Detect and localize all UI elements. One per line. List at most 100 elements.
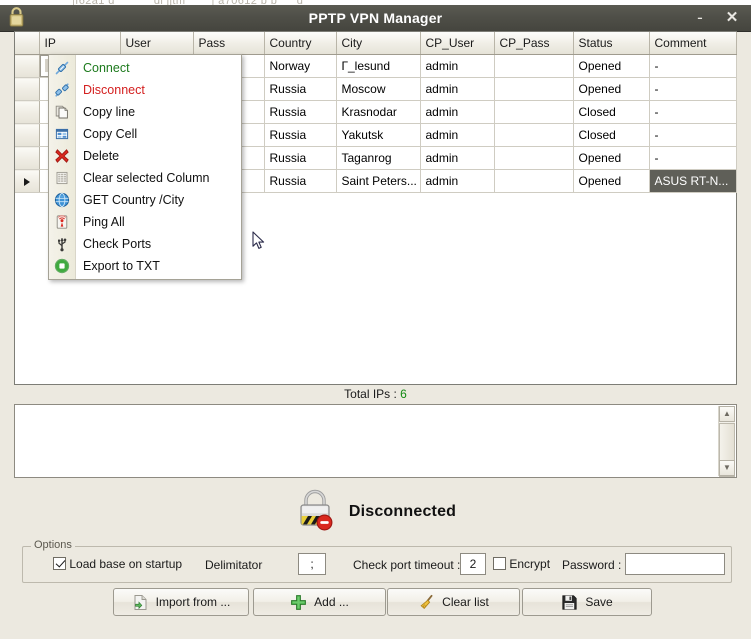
context-menu-label-delete: Delete bbox=[83, 149, 120, 163]
clear-list-button-label: Clear list bbox=[442, 595, 489, 609]
column-header-cp-user[interactable]: CP_User bbox=[420, 32, 495, 55]
cell-country[interactable]: Russia bbox=[264, 100, 337, 124]
cell-cp-pass[interactable] bbox=[494, 54, 574, 78]
scroll-down-icon[interactable]: ▼ bbox=[719, 460, 735, 476]
grid-context-menu[interactable]: Connect Disconnect Copy line Copy Cell D… bbox=[48, 54, 242, 280]
context-menu-item-copy-line[interactable]: Copy line bbox=[49, 101, 241, 123]
load-base-on-startup-label: Load base on startup bbox=[69, 557, 183, 571]
context-menu-item-disconnect[interactable]: Disconnect bbox=[49, 79, 241, 101]
window-title: PPTP VPN Manager bbox=[308, 10, 443, 26]
plus-green-icon bbox=[290, 594, 307, 611]
cell-cp-pass[interactable] bbox=[494, 123, 574, 147]
cell-cp-pass[interactable] bbox=[494, 77, 574, 101]
log-scrollbar[interactable]: ▲ ▼ bbox=[718, 406, 735, 477]
add-button-label: Add ... bbox=[314, 595, 349, 609]
row-selector[interactable] bbox=[15, 100, 40, 124]
context-menu-item-get-country-city[interactable]: GET Country /City bbox=[49, 189, 241, 211]
cell-country[interactable]: Norway bbox=[264, 54, 337, 78]
clear-list-button[interactable]: Clear list bbox=[387, 588, 520, 616]
options-legend: Options bbox=[31, 539, 75, 551]
encrypt-checkbox[interactable]: Encrypt bbox=[493, 557, 550, 571]
import-from-button[interactable]: Import from ... bbox=[113, 588, 249, 616]
cell-city[interactable]: Taganrog bbox=[336, 146, 421, 170]
cell-country[interactable]: Russia bbox=[264, 123, 337, 147]
cell-status[interactable]: Closed bbox=[573, 100, 650, 124]
copy-cell-icon bbox=[49, 123, 75, 145]
usb-port-icon bbox=[49, 233, 75, 255]
cell-city[interactable]: Saint Peters... bbox=[336, 169, 421, 193]
cell-city[interactable]: Yakutsk bbox=[336, 123, 421, 147]
cell-cp-user[interactable]: admin bbox=[420, 54, 495, 78]
delimitator-input[interactable]: ; bbox=[298, 553, 326, 575]
cell-comment[interactable]: - bbox=[649, 100, 737, 124]
column-header-user[interactable]: User bbox=[120, 32, 194, 55]
context-menu-item-copy-cell[interactable]: Copy Cell bbox=[49, 123, 241, 145]
row-selector[interactable] bbox=[15, 146, 40, 170]
row-selector[interactable] bbox=[15, 123, 40, 147]
row-selector-current[interactable] bbox=[15, 169, 40, 193]
scroll-up-icon[interactable]: ▲ bbox=[719, 406, 735, 422]
cell-comment[interactable]: - bbox=[649, 146, 737, 170]
cell-city[interactable]: Krasnodar bbox=[336, 100, 421, 124]
minimize-button[interactable]: - bbox=[685, 5, 715, 31]
column-header-cp-pass[interactable]: CP_Pass bbox=[494, 32, 574, 55]
row-selector[interactable] bbox=[15, 77, 40, 101]
mouse-cursor-icon bbox=[252, 231, 266, 256]
cell-country[interactable]: Russia bbox=[264, 169, 337, 193]
context-menu-item-check-ports[interactable]: Check Ports bbox=[49, 233, 241, 255]
cell-city[interactable]: Г_lesund bbox=[336, 54, 421, 78]
load-base-on-startup-checkbox[interactable]: Load base on startup bbox=[53, 557, 182, 571]
cell-cp-user[interactable]: admin bbox=[420, 169, 495, 193]
cell-cp-pass[interactable] bbox=[494, 100, 574, 124]
import-file-icon bbox=[132, 594, 149, 611]
check-port-timeout-input[interactable]: 2 bbox=[460, 553, 486, 575]
context-menu-item-ping-all[interactable]: Ping All bbox=[49, 211, 241, 233]
cell-city[interactable]: Moscow bbox=[336, 77, 421, 101]
total-ips-label: Total IPs : bbox=[344, 387, 401, 401]
context-menu-item-clear-selected-column[interactable]: Clear selected Column bbox=[49, 167, 241, 189]
context-menu-item-export-to-txt[interactable]: Export to TXT bbox=[49, 255, 241, 277]
column-header-comment[interactable]: Comment bbox=[649, 32, 737, 55]
log-textarea[interactable]: ▲ ▼ bbox=[14, 404, 737, 478]
cell-cp-pass[interactable] bbox=[494, 146, 574, 170]
broom-icon bbox=[418, 594, 435, 611]
close-button[interactable]: ✕ bbox=[717, 5, 747, 31]
column-header-selector[interactable] bbox=[15, 32, 40, 55]
password-input[interactable] bbox=[625, 553, 725, 575]
cell-cp-user[interactable]: admin bbox=[420, 77, 495, 101]
plug-disconnect-icon bbox=[49, 79, 75, 101]
save-button[interactable]: Save bbox=[522, 588, 652, 616]
cell-status[interactable]: Closed bbox=[573, 123, 650, 147]
column-header-city[interactable]: City bbox=[336, 32, 421, 55]
column-header-pass[interactable]: Pass bbox=[193, 32, 265, 55]
cell-status[interactable]: Opened bbox=[573, 77, 650, 101]
cell-cp-pass[interactable] bbox=[494, 169, 574, 193]
column-header-ip[interactable]: IP bbox=[39, 32, 121, 55]
cell-comment-selected[interactable]: ASUS RT-N... bbox=[649, 169, 737, 193]
context-menu-label-disconnect: Disconnect bbox=[83, 83, 145, 97]
globe-icon bbox=[49, 189, 75, 211]
total-ips-status: Total IPs : 6 bbox=[0, 387, 751, 401]
cell-status[interactable]: Opened bbox=[573, 146, 650, 170]
cell-comment[interactable]: - bbox=[649, 123, 737, 147]
ping-signal-icon bbox=[49, 211, 75, 233]
plug-connect-icon bbox=[49, 57, 75, 79]
cell-status[interactable]: Opened bbox=[573, 169, 650, 193]
add-button[interactable]: Add ... bbox=[253, 588, 386, 616]
context-menu-item-connect[interactable]: Connect bbox=[49, 57, 241, 79]
cell-status[interactable]: Opened bbox=[573, 54, 650, 78]
cell-cp-user[interactable]: admin bbox=[420, 146, 495, 170]
lock-disconnected-icon bbox=[295, 487, 335, 536]
floppy-save-icon bbox=[561, 594, 578, 611]
cell-cp-user[interactable]: admin bbox=[420, 100, 495, 124]
cell-comment[interactable]: - bbox=[649, 77, 737, 101]
column-header-status[interactable]: Status bbox=[573, 32, 650, 55]
cell-country[interactable]: Russia bbox=[264, 77, 337, 101]
cell-comment[interactable]: - bbox=[649, 54, 737, 78]
cell-cp-user[interactable]: admin bbox=[420, 123, 495, 147]
context-menu-item-delete[interactable]: Delete bbox=[49, 145, 241, 167]
column-header-country[interactable]: Country bbox=[264, 32, 337, 55]
total-ips-value: 6 bbox=[400, 387, 407, 401]
cell-country[interactable]: Russia bbox=[264, 146, 337, 170]
row-selector[interactable] bbox=[15, 54, 40, 78]
